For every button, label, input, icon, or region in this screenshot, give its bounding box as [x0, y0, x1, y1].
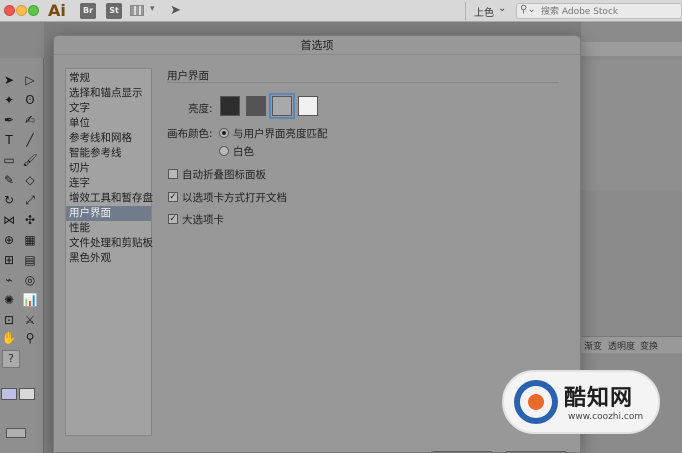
rotate-tool-icon[interactable]: ↻ — [1, 192, 17, 208]
right-panel-header — [581, 42, 682, 56]
canvas-match-label[interactable]: 与用户界面亮度匹配 — [233, 126, 328, 141]
tab-transparency[interactable]: 透明度 — [608, 339, 635, 352]
open-tabs-label[interactable]: 以选项卡方式打开文档 — [182, 190, 287, 205]
symbol-sprayer-tool-icon[interactable]: ✺ — [1, 292, 17, 308]
nav-item-selection-anchor[interactable]: 选择和锚点显示 — [66, 86, 151, 101]
coozhi-logo-icon — [514, 380, 558, 424]
right-panel-tabs: 渐变 透明度 变换 — [568, 336, 682, 353]
bridge-icon[interactable]: Br — [80, 3, 96, 19]
stock-icon[interactable]: St — [106, 3, 122, 19]
nav-item-performance[interactable]: 性能 — [66, 221, 151, 236]
brightness-medium-dark-swatch[interactable] — [246, 96, 266, 116]
zoom-window-button[interactable] — [28, 5, 39, 16]
eyedropper-tool-icon[interactable]: ⌁ — [1, 272, 17, 288]
gradient-tool-icon[interactable]: ▤ — [22, 252, 38, 268]
nav-item-smart-guides[interactable]: 智能参考线 — [66, 146, 151, 161]
eraser-tool-icon[interactable]: ◇ — [22, 172, 38, 188]
selection-tool-icon[interactable]: ➤ — [1, 72, 17, 88]
stroke-color-swatch[interactable] — [19, 388, 35, 400]
section-divider — [167, 82, 559, 83]
blend-tool-icon[interactable]: ◎ — [22, 272, 38, 288]
watermark-title: 酷知网 — [564, 386, 634, 411]
send-icon[interactable]: ➤ — [170, 3, 181, 18]
tools-panel: ➤ ▷ ✦ ʘ ✒ ✍ T ╱ ▭ 🖌 ✎ ◇ ↻ ⤢ ⋈ ✣ ⊕ ▦ ⊞ ▤ … — [0, 58, 44, 453]
help-icon[interactable]: ? — [2, 350, 20, 368]
large-tabs-label[interactable]: 大选项卡 — [182, 212, 224, 227]
magic-wand-tool-icon[interactable]: ✦ — [1, 92, 17, 108]
nav-item-file-clipboard[interactable]: 文件处理和剪贴板 — [66, 236, 153, 251]
preferences-nav-list: 常规 选择和锚点显示 文字 单位 参考线和网格 智能参考线 切片 连字 增效工具… — [65, 68, 153, 436]
fill-color-swatch[interactable] — [1, 388, 17, 400]
brightness-light-swatch[interactable] — [298, 96, 318, 116]
lasso-tool-icon[interactable]: ʘ — [22, 92, 38, 108]
nav-item-user-interface[interactable]: 用户界面 — [66, 206, 151, 221]
autocollapse-checkbox[interactable] — [168, 169, 178, 179]
stock-search-box[interactable]: ⚲⌄ — [516, 3, 682, 19]
nav-item-units[interactable]: 单位 — [66, 116, 151, 131]
direct-selection-tool-icon[interactable]: ▷ — [22, 72, 38, 88]
tools-panel-header — [0, 22, 44, 58]
chevron-down-icon[interactable]: ▾ — [150, 4, 155, 14]
workspace-switcher-label[interactable]: 上色 — [474, 4, 494, 19]
stock-search-input[interactable] — [541, 5, 679, 18]
search-icon: ⚲⌄ — [520, 4, 536, 15]
autocollapse-label[interactable]: 自动折叠图标面板 — [182, 167, 266, 182]
paintbrush-tool-icon[interactable]: 🖌 — [22, 152, 38, 168]
nav-item-slices[interactable]: 切片 — [66, 161, 151, 176]
appbar-divider — [465, 2, 466, 20]
right-panel-properties — [581, 60, 682, 190]
zoom-tool-icon[interactable]: ⚲ — [22, 330, 38, 346]
screen-mode-icon[interactable] — [6, 428, 26, 438]
nav-item-hyphenation[interactable]: 连字 — [66, 176, 151, 191]
minimize-window-button[interactable] — [16, 5, 27, 16]
layout-grid-icon[interactable] — [130, 5, 144, 16]
nav-item-plugins-scratch[interactable]: 增效工具和暂存盘 — [66, 191, 153, 206]
app-bar: Ai Br St ▾ ➤ 上色 ⌄ ⚲⌄ — [0, 0, 682, 22]
nav-item-general[interactable]: 常规 — [66, 71, 151, 86]
puppet-warp-tool-icon[interactable]: ✣ — [22, 212, 38, 228]
width-tool-icon[interactable]: ⋈ — [1, 212, 17, 228]
rectangle-tool-icon[interactable]: ▭ — [1, 152, 17, 168]
canvas-color-label: 画布颜色: — [167, 128, 213, 140]
column-graph-tool-icon[interactable]: 📊 — [22, 292, 38, 308]
pencil-tool-icon[interactable]: ✎ — [1, 172, 17, 188]
watermark-url: www.coozhi.com — [568, 412, 644, 422]
tab-transform[interactable]: 变换 — [640, 339, 658, 352]
type-tool-icon[interactable]: T — [1, 132, 17, 148]
nav-item-black-appearance[interactable]: 黑色外观 — [66, 251, 151, 266]
canvas-white-radio[interactable] — [219, 146, 229, 156]
slice-tool-icon[interactable]: ⚔ — [22, 312, 38, 328]
open-tabs-checkbox[interactable]: ✓ — [168, 192, 178, 202]
pen-tool-icon[interactable]: ✒ — [1, 112, 17, 128]
canvas-match-radio[interactable] — [219, 128, 229, 138]
close-window-button[interactable] — [4, 5, 15, 16]
line-tool-icon[interactable]: ╱ — [22, 132, 38, 148]
dialog-title: 首选项 — [54, 36, 580, 55]
app-logo: Ai — [48, 1, 66, 20]
mesh-tool-icon[interactable]: ⊞ — [1, 252, 17, 268]
nav-item-guides-grid[interactable]: 参考线和网格 — [66, 131, 151, 146]
watermark-badge: 酷知网 www.coozhi.com — [502, 370, 660, 434]
nav-item-type[interactable]: 文字 — [66, 101, 151, 116]
scale-tool-icon[interactable]: ⤢ — [22, 192, 38, 208]
large-tabs-checkbox[interactable]: ✓ — [168, 214, 178, 224]
tab-gradient[interactable]: 渐变 — [584, 339, 602, 352]
curvature-tool-icon[interactable]: ✍ — [22, 112, 38, 128]
workspace-chevron-icon[interactable]: ⌄ — [498, 3, 506, 14]
section-title: 用户界面 — [167, 70, 209, 82]
brightness-dark-swatch[interactable] — [220, 96, 240, 116]
preferences-dialog: 首选项 常规 选择和锚点显示 文字 单位 参考线和网格 智能参考线 切片 连字 … — [53, 35, 581, 453]
canvas-white-label[interactable]: 白色 — [233, 144, 254, 159]
hand-tool-icon[interactable]: ✋ — [1, 330, 17, 346]
shape-builder-tool-icon[interactable]: ⊕ — [1, 232, 17, 248]
brightness-medium-light-swatch[interactable] — [269, 93, 295, 119]
artboard-tool-icon[interactable]: ⊡ — [1, 312, 17, 328]
brightness-label: 亮度: — [188, 103, 213, 115]
perspective-grid-tool-icon[interactable]: ▦ — [22, 232, 38, 248]
